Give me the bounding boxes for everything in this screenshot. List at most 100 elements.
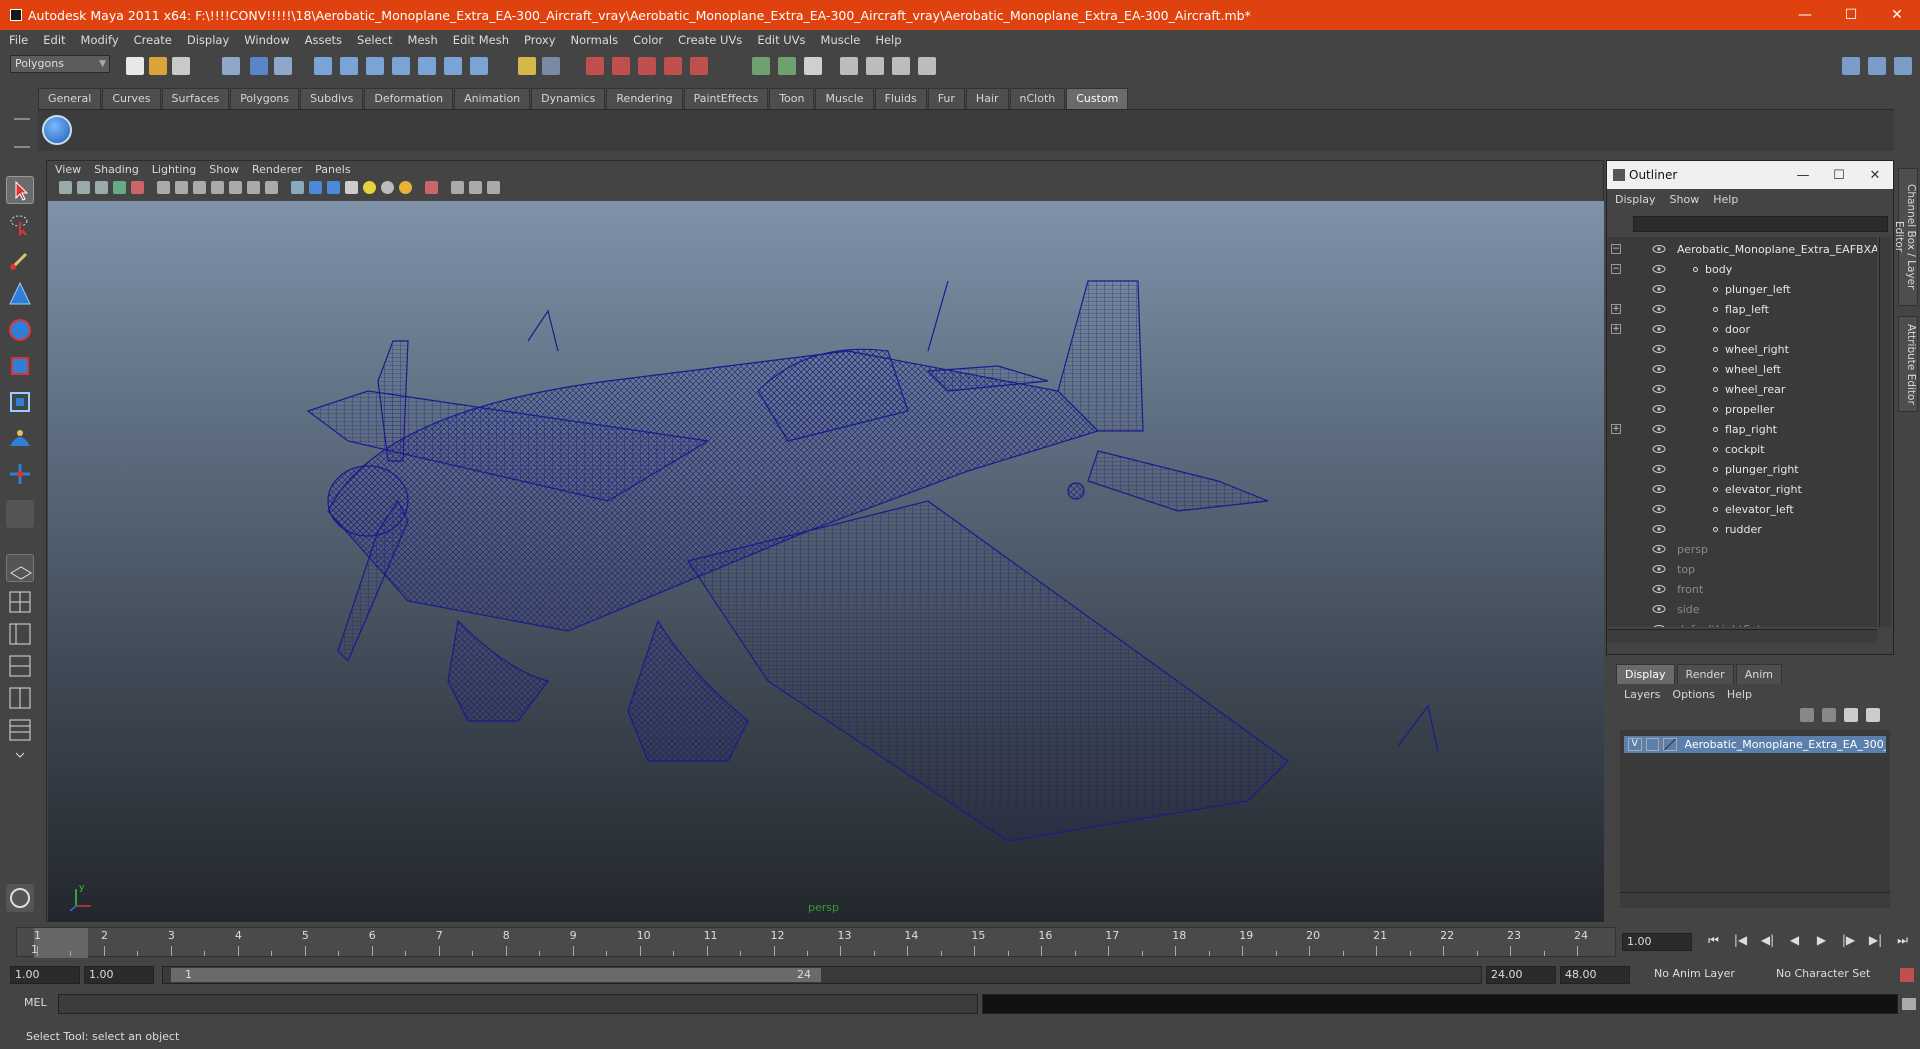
shelf-tab-animation[interactable]: Animation [454,88,531,109]
move-layer-down-icon[interactable] [1822,708,1836,722]
step-back-key-button[interactable]: |◀ [1727,933,1754,948]
menu-assets[interactable]: Assets [305,33,342,47]
command-language-label[interactable]: MEL [24,996,47,1009]
playback-end-field[interactable]: 24.00 [1486,966,1556,984]
image-plane-icon[interactable] [113,181,126,194]
gate-mask-icon[interactable] [211,181,224,194]
outliner-item[interactable]: wheel_right [1607,339,1877,359]
universal-manipulator-icon[interactable] [6,388,34,416]
close-button[interactable]: ✕ [1874,0,1920,30]
outliner-item[interactable]: elevator_left [1607,499,1877,519]
animation-start-field[interactable]: 1.00 [10,966,80,984]
expand-icon[interactable]: + [1611,424,1621,434]
menu-normals[interactable]: Normals [571,33,619,47]
character-set-select[interactable]: No Character Set [1772,966,1882,984]
minimize-button[interactable]: — [1782,0,1828,30]
snap-point-icon[interactable] [366,57,384,75]
layer-visibility-toggle[interactable]: V [1628,738,1642,751]
menu-help[interactable]: Help [875,33,901,47]
ipr-render-icon[interactable] [866,57,884,75]
snap-grid-icon[interactable] [314,57,332,75]
move-layer-up-icon[interactable] [1800,708,1814,722]
shelf-tab-polygons[interactable]: Polygons [230,88,300,109]
tool-settings-toggle-icon[interactable] [1868,57,1886,75]
command-input[interactable] [58,994,978,1014]
layer-color-swatch[interactable] [1663,738,1677,751]
channel-box-toggle-icon[interactable] [1894,57,1912,75]
script-editor-button-icon[interactable] [1902,998,1916,1010]
tab-channel-box-layer-editor[interactable]: Channel Box / Layer Editor [1893,168,1918,306]
animation-preferences-icon[interactable] [1900,968,1914,982]
outliner-item[interactable]: wheel_left [1607,359,1877,379]
outliner-item[interactable]: front [1607,579,1877,599]
outliner-item[interactable]: wheel_rear [1607,379,1877,399]
input-line-icon[interactable] [752,57,770,75]
single-perspective-layout-icon[interactable] [6,554,34,582]
shelf-tab-deformation[interactable]: Deformation [364,88,454,109]
maximize-button[interactable]: ☐ [1828,0,1874,30]
two-d-pan-zoom-icon[interactable] [131,181,144,194]
outliner-item[interactable]: propeller [1607,399,1877,419]
shelf-tab-subdivs[interactable]: Subdivs [300,88,364,109]
select-hierarchy-icon[interactable] [222,57,240,75]
soft-modification-icon[interactable] [6,424,34,452]
outliner-item[interactable]: elevator_right [1607,479,1877,499]
render-frame-icon[interactable] [840,57,858,75]
select-object-icon[interactable] [250,57,268,75]
viewport-menu-lighting[interactable]: Lighting [152,161,196,179]
menu-create[interactable]: Create [134,33,172,47]
outliner-horizontal-scrollbar[interactable] [1607,629,1877,643]
snap-curve-icon[interactable] [340,57,358,75]
persp-graph-layout-icon[interactable] [6,652,34,680]
scale-tool-icon[interactable] [6,352,34,380]
construction-history-icon[interactable] [470,57,488,75]
hypershade-layout-icon[interactable] [6,684,34,712]
grid-toggle-icon[interactable] [157,181,170,194]
animation-end-field[interactable]: 48.00 [1560,966,1630,984]
wireframe-on-shaded-icon[interactable] [327,181,340,194]
time-slider[interactable]: 1 2 3 4 5 6 7 8 9 10 11 12 13 14 15 16 17 18 19 20 21 22 23 24 1 [16,927,1616,958]
shelf-tab-general[interactable]: General [38,88,102,109]
history-icon[interactable] [444,57,462,75]
snap-curve-magnet-icon[interactable] [612,57,630,75]
resolution-gate-icon[interactable] [193,181,206,194]
outliner-vertical-scrollbar[interactable] [1879,237,1891,627]
lasso-tool-icon[interactable] [6,210,34,238]
safe-title-icon[interactable] [265,181,278,194]
expand-icon[interactable]: + [1611,324,1621,334]
shelf-tab-surfaces[interactable]: Surfaces [161,88,230,109]
show-manipulator-icon[interactable] [6,460,34,488]
outliner-item[interactable]: defaultLightSet [1607,619,1877,627]
menu-mesh[interactable]: Mesh [408,33,438,47]
menu-create-uvs[interactable]: Create UVs [678,33,742,47]
shelf-tab-toon[interactable]: Toon [769,88,815,109]
layer-menu-help[interactable]: Help [1727,686,1752,704]
range-slider-handle[interactable]: 1 24 [171,968,821,982]
shelf-tab-fluids[interactable]: Fluids [874,88,927,109]
menu-edit-uvs[interactable]: Edit UVs [757,33,805,47]
snap-live-icon[interactable] [418,57,436,75]
attribute-editor-toggle-icon[interactable] [1842,57,1860,75]
xray-joints-icon[interactable] [469,181,482,194]
shelf-tab-fur[interactable]: Fur [927,88,965,109]
shelf-tab-muscle[interactable]: Muscle [815,88,874,109]
outliner-item[interactable]: cockpit [1607,439,1877,459]
safe-action-icon[interactable] [247,181,260,194]
play-backwards-button[interactable]: ◀ [1781,933,1808,948]
new-layer-icon[interactable] [1844,708,1858,722]
wireframe-icon[interactable] [291,181,304,194]
anim-layer-select[interactable]: No Anim Layer [1650,966,1750,984]
open-scene-icon[interactable] [149,57,167,75]
go-to-start-button[interactable]: ⏮ [1700,933,1727,948]
default-lighting-icon[interactable] [363,181,376,194]
collapse-icon[interactable]: − [1611,264,1621,274]
outliner-close-button[interactable]: ✕ [1857,168,1893,183]
step-forward-key-button[interactable]: ▶| [1862,933,1889,948]
layer-display-type-toggle[interactable] [1645,738,1660,751]
outliner-item[interactable]: + door [1607,319,1877,339]
menu-file[interactable]: File [9,33,28,47]
shelf-tab-curves[interactable]: Curves [102,88,161,109]
script-editor-icon[interactable] [6,884,34,912]
select-component-icon[interactable] [274,57,292,75]
outliner-item[interactable]: persp [1607,539,1877,559]
